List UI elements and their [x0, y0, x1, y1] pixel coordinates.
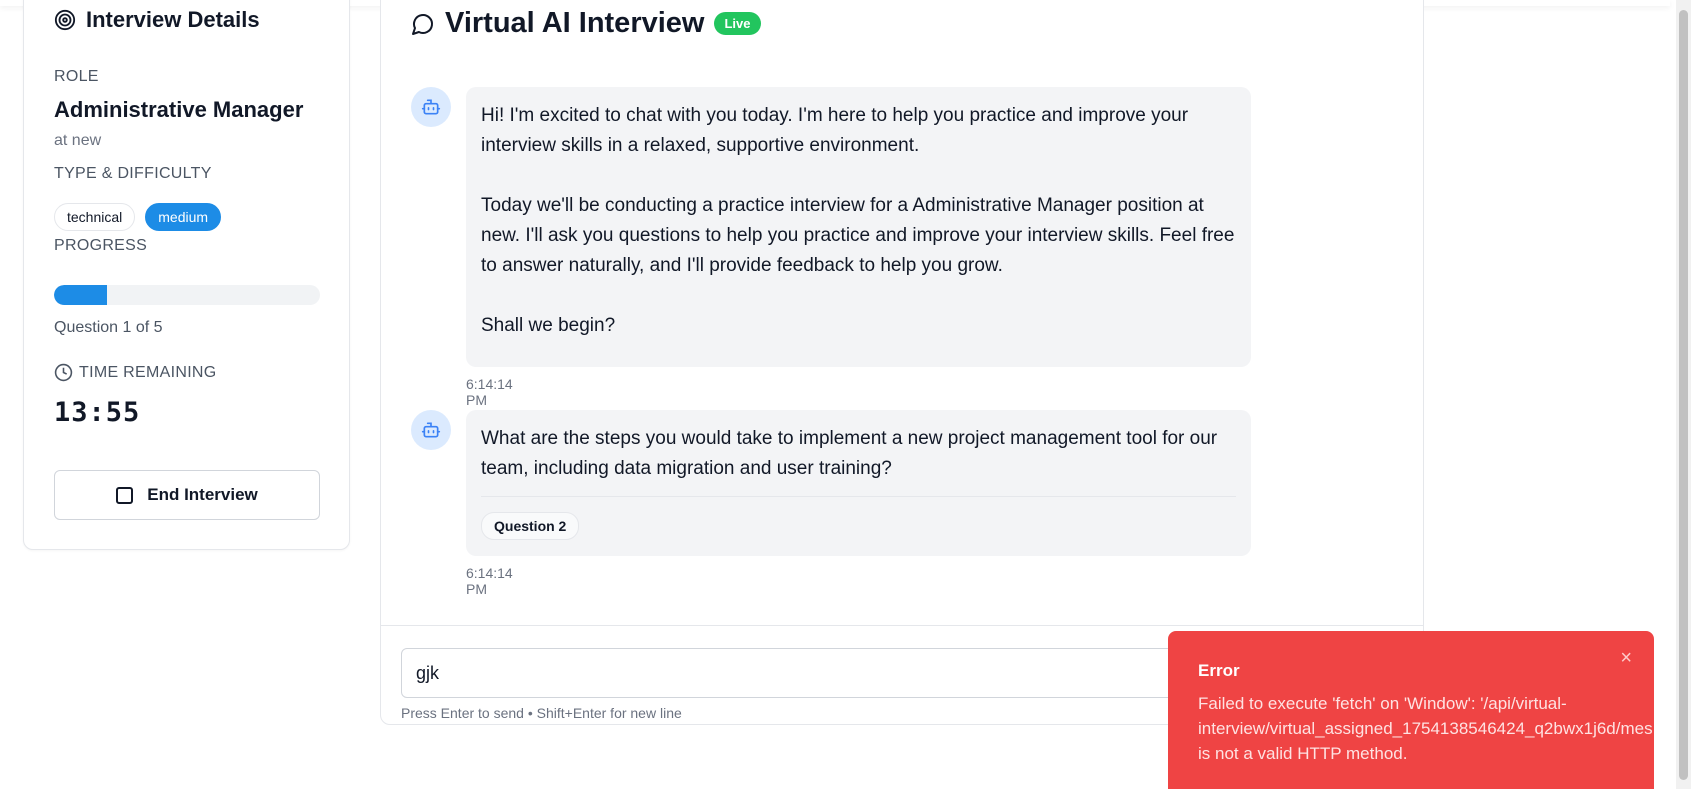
message-paragraph: Shall we begin?	[481, 315, 616, 336]
type-difficulty-label: TYPE & DIFFICULTY	[54, 165, 212, 182]
progress-bar	[54, 285, 320, 305]
role-label: ROLE	[54, 68, 99, 85]
question-count: Question 1 of 5	[54, 319, 163, 336]
question-text: What are the steps you would take to imp…	[481, 428, 1218, 479]
interview-details-card: Interview Details ROLE Administrative Ma…	[23, 0, 350, 550]
type-badge: technical	[54, 203, 136, 231]
message-bubble: What are the steps you would take to imp…	[466, 410, 1251, 556]
page-scrollbar[interactable]	[1676, 0, 1691, 789]
progress-fill	[54, 285, 108, 305]
toast-message-line: interview/virtual_assigned_1754138546424…	[1198, 719, 1653, 738]
chat-panel: Virtual AI Interview Live Hi! I'm excite…	[380, 0, 1424, 725]
chat-bubble-icon	[412, 13, 433, 35]
bot-avatar	[411, 87, 451, 127]
message-bubble: Hi! I'm excited to chat with you today. …	[466, 87, 1251, 367]
live-badge: Live	[714, 12, 761, 35]
progress-label: PROGRESS	[54, 237, 148, 254]
question-meta: Question 2	[481, 496, 1236, 541]
message-paragraph: Today we'll be conducting a practice int…	[481, 195, 1235, 276]
toast-message-line: is not a valid HTTP method.	[1198, 744, 1408, 763]
input-hint: Press Enter to send • Shift+Enter for ne…	[401, 705, 682, 721]
target-icon	[54, 9, 76, 31]
message-paragraph: Hi! I'm excited to chat with you today. …	[481, 105, 1189, 156]
end-interview-label: End Interview	[147, 485, 258, 504]
chat-header: Virtual AI Interview Live	[411, 7, 761, 40]
role-company: at new	[54, 132, 102, 149]
time-remaining-label: TIME REMAINING	[79, 363, 217, 381]
scrollbar-thumb[interactable]	[1679, 10, 1688, 780]
stop-icon	[116, 486, 134, 504]
interview-details-title: Interview Details	[86, 7, 260, 32]
chat-title: Virtual AI Interview	[445, 7, 705, 39]
toast-title: Error	[1198, 661, 1240, 680]
error-toast: × Error Failed to execute 'fetch' on 'Wi…	[1168, 631, 1654, 789]
time-remaining-header: TIME REMAINING	[54, 363, 217, 382]
message-timestamp: 6:14:14 PM	[466, 376, 513, 408]
toast-message-line: Failed to execute 'fetch' on 'Window': '…	[1198, 694, 1567, 713]
end-interview-button[interactable]: End Interview	[54, 470, 320, 520]
question-tag: Question 2	[481, 512, 580, 540]
interview-details-header: Interview Details	[54, 7, 260, 33]
difficulty-badge: medium	[145, 203, 222, 231]
bot-avatar	[411, 410, 451, 450]
clock-icon	[54, 363, 73, 382]
message-timestamp: 6:14:14 PM	[466, 565, 513, 597]
bot-icon	[421, 99, 441, 115]
close-icon[interactable]: ×	[1620, 647, 1632, 670]
tag-row: technical medium	[54, 203, 222, 231]
countdown-timer: 13:55	[54, 397, 141, 428]
input-divider	[381, 625, 1423, 626]
role-name: Administrative Manager	[54, 97, 304, 122]
bot-icon	[421, 422, 441, 438]
